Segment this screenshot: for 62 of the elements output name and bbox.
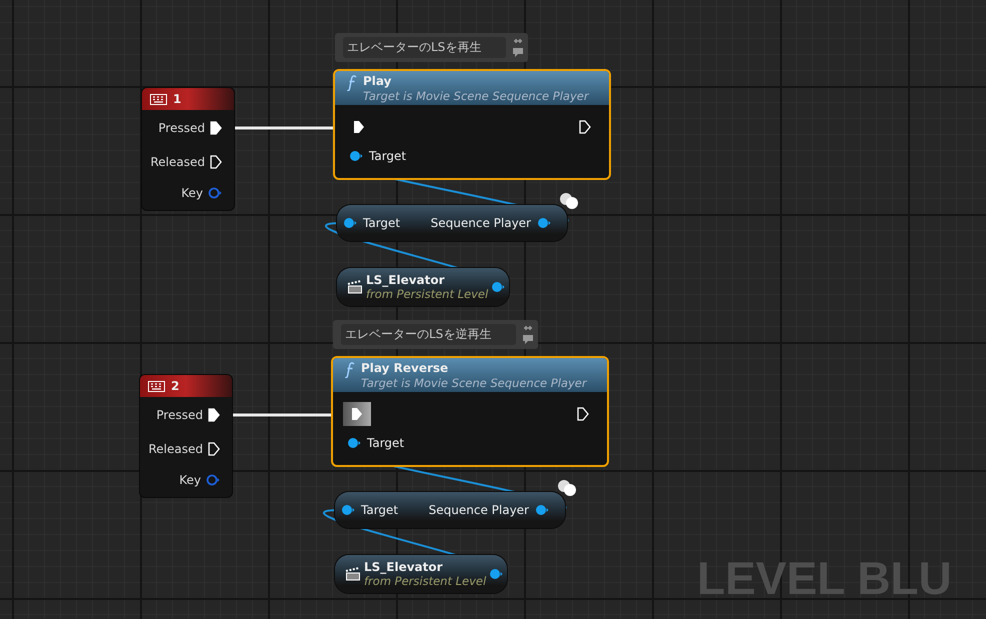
exec-pin-icon[interactable] [208, 442, 220, 456]
pin-label: Target [369, 149, 406, 163]
comment-text: エレベーターのLSを再生 [343, 37, 506, 58]
clapperboard-icon [345, 567, 361, 581]
node-subtitle: Target is Movie Scene Sequence Player [361, 376, 587, 391]
level-reference-node[interactable]: LS_Elevator from Persistent Level [337, 268, 509, 306]
node-title: 2 [171, 379, 180, 393]
comment-bubble[interactable]: エレベーターのLSを逆再生 [333, 320, 538, 349]
pin-label: Target [363, 216, 400, 230]
clapperboard-icon [347, 280, 363, 294]
exec-pin-icon[interactable] [208, 408, 220, 422]
pin-label: Released [150, 154, 205, 168]
keyboard-icon [150, 94, 167, 104]
node-title: LS_Elevator [364, 560, 444, 574]
pin-label: Sequence Player [430, 216, 531, 230]
data-pin-icon[interactable] [489, 568, 504, 580]
comment-bubble[interactable]: エレベーターのLSを再生 [335, 33, 528, 62]
pin-label: Pressed [156, 408, 203, 422]
exec-pin-icon[interactable] [577, 407, 589, 421]
comment-text: エレベーターのLSを逆再生 [341, 324, 516, 345]
keyboard-icon [148, 380, 165, 392]
node-title: LS_Elevator [366, 273, 446, 287]
data-pin-icon[interactable] [206, 474, 220, 486]
pin-label: Pressed [158, 121, 205, 135]
exec-pin-icon[interactable] [579, 120, 591, 134]
spheres-icon [559, 192, 579, 210]
level-reference-node[interactable]: LS_Elevator from Persistent Level [335, 555, 507, 593]
data-pin-icon[interactable] [208, 186, 222, 198]
watermark-text: LEVEL BLU [697, 551, 952, 605]
data-pin-icon[interactable] [347, 437, 361, 449]
exec-pin-icon[interactable] [210, 121, 222, 135]
pin-comment-icon[interactable] [512, 36, 524, 58]
data-pin-icon[interactable] [341, 504, 355, 516]
node-title: Play [363, 74, 392, 89]
pin-comment-icon[interactable] [522, 324, 534, 346]
getter-node[interactable]: Target Sequence Player [335, 492, 565, 528]
pin-label: Target [361, 503, 398, 517]
input-key-node[interactable]: 2 Pressed Released Key [140, 375, 232, 497]
data-pin-icon[interactable] [491, 281, 506, 293]
data-pin-icon[interactable] [349, 150, 363, 162]
spheres-icon [557, 479, 577, 497]
pin-label: Sequence Player [428, 503, 529, 517]
node-title: 1 [173, 92, 182, 106]
pin-label: Key [179, 472, 201, 486]
data-pin-icon[interactable] [535, 504, 549, 516]
input-key-node[interactable]: 1 Pressed Released Key [142, 88, 234, 210]
node-title: Play Reverse [361, 361, 450, 376]
pin-label: Target [367, 436, 404, 450]
data-pin-icon[interactable] [343, 217, 357, 229]
exec-pin-icon[interactable] [343, 402, 371, 426]
function-icon [345, 362, 355, 378]
function-node[interactable]: Play Reverse Target is Movie Scene Sequence Player Target [331, 356, 609, 467]
pin-label: Key [181, 186, 203, 200]
data-pin-icon[interactable] [537, 217, 551, 229]
function-node[interactable]: Play Target is Movie Scene Sequence Player Target [333, 69, 611, 180]
node-subtitle: Target is Movie Scene Sequence Player [363, 89, 589, 104]
node-subtitle: from Persistent Level [364, 574, 486, 588]
pin-label: Released [148, 442, 203, 456]
function-icon [347, 75, 357, 91]
node-subtitle: from Persistent Level [366, 287, 488, 301]
getter-node[interactable]: Target Sequence Player [337, 205, 567, 241]
exec-pin-icon[interactable] [210, 154, 222, 168]
